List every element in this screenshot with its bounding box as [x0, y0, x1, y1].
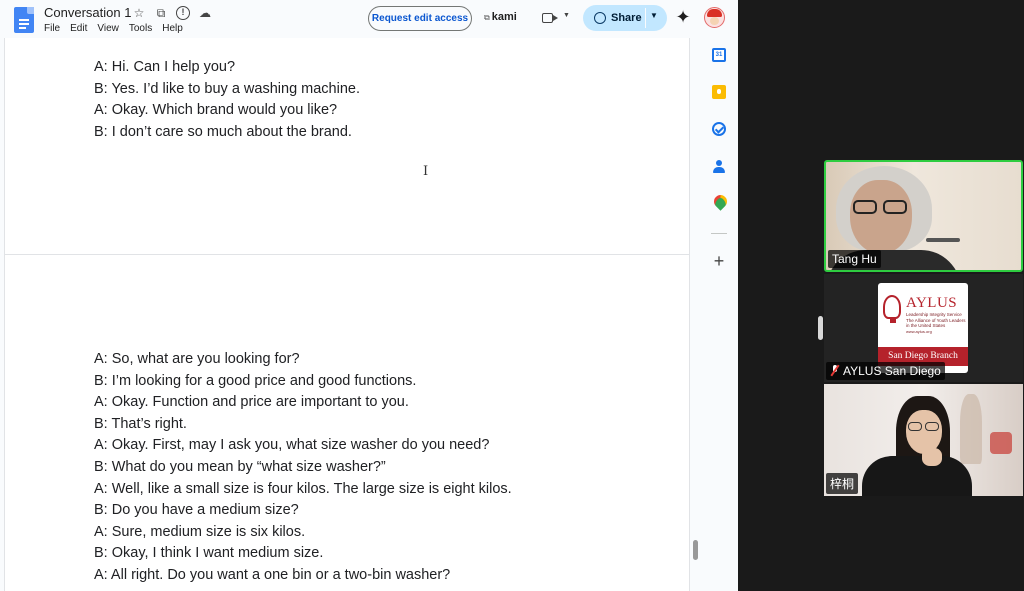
- gemini-sparkle-icon[interactable]: ✦: [674, 7, 692, 27]
- share-dropdown-icon[interactable]: ▼: [650, 11, 658, 20]
- dialog-line: A: So, what are you looking for?: [94, 351, 300, 367]
- video-tile-active-speaker[interactable]: Tang Hu: [824, 160, 1023, 272]
- video-camera-icon: [542, 13, 558, 23]
- menu-edit[interactable]: Edit: [70, 23, 87, 34]
- menu-view[interactable]: View: [97, 23, 119, 34]
- dialog-line: B: I don’t care so much about the brand.: [94, 123, 352, 140]
- tasks-icon[interactable]: [712, 122, 726, 136]
- glasses-left: [853, 200, 877, 214]
- maps-icon[interactable]: [712, 195, 726, 209]
- lightbulb-icon: [883, 295, 901, 323]
- participant-name: Tang Hu: [832, 252, 877, 266]
- meet-button[interactable]: ▼: [542, 11, 570, 25]
- chevron-down-icon: ▼: [563, 12, 570, 19]
- participant-name-tag: 梓桐: [826, 473, 859, 494]
- participant-name-tag: Tang Hu: [828, 250, 881, 268]
- dialog-line: B: What do you mean by “what size washer…: [94, 458, 386, 475]
- star-icon[interactable]: ☆: [132, 6, 146, 20]
- dialog-line: B: I’m looking for a good price and good…: [94, 372, 417, 389]
- background-figure: [960, 394, 982, 464]
- glasses-right: [925, 422, 939, 431]
- share-divider: [645, 8, 646, 28]
- google-docs-window: Conversation 1 File Edit View Tools Help…: [0, 0, 738, 591]
- participant-body: [862, 456, 972, 496]
- globe-icon: [594, 12, 606, 24]
- move-to-folder-icon[interactable]: ⧉: [154, 6, 168, 20]
- external-link-icon: ⧉: [484, 13, 490, 22]
- cloud-status-icon[interactable]: ☁: [198, 6, 212, 20]
- document-title[interactable]: Conversation 1: [44, 5, 131, 20]
- kami-label: kami: [491, 11, 517, 23]
- calendar-icon[interactable]: [712, 48, 726, 62]
- participant-name-tag: AYLUS San Diego: [826, 362, 945, 380]
- panel-resize-handle[interactable]: [818, 316, 823, 340]
- meeting-video-panel: Tang Hu AYLUS Leadership Integrity Servi…: [738, 0, 1024, 591]
- contacts-icon[interactable]: [712, 159, 726, 173]
- menu-tools[interactable]: Tools: [129, 23, 152, 34]
- share-label: Share: [611, 12, 642, 24]
- keep-icon[interactable]: [712, 85, 726, 99]
- dialog-line: B: That’s right.: [94, 415, 187, 432]
- logo-subtitle: Leadership Integrity Service The Allianc…: [906, 312, 966, 328]
- add-addon-icon[interactable]: +: [711, 251, 727, 271]
- mic-muted-icon: [830, 365, 840, 376]
- logo-url: www.aylus.org: [906, 329, 932, 334]
- ceiling-fan: [926, 238, 960, 242]
- video-tile-participant[interactable]: 梓桐: [824, 384, 1023, 496]
- kami-extension-button[interactable]: ⧉ kami: [484, 11, 517, 23]
- account-avatar[interactable]: [704, 7, 725, 28]
- dialog-line: A: Sure, medium size is six kilos.: [94, 523, 306, 540]
- docs-logo-icon[interactable]: [14, 7, 34, 33]
- side-panel: +: [700, 38, 738, 591]
- info-icon[interactable]: !: [176, 6, 190, 20]
- menu-file[interactable]: File: [44, 23, 60, 34]
- participant-face: [850, 180, 912, 254]
- dialog-line: A: Hi. Can I help you?: [94, 59, 236, 75]
- docs-top-bar: Conversation 1 File Edit View Tools Help…: [0, 0, 738, 38]
- dialog-line: A: Okay. Which brand would you like?: [94, 102, 338, 119]
- glasses-right: [883, 200, 907, 214]
- document-canvas[interactable]: A: Hi. Can I help you? B: Yes. I’d like …: [0, 38, 700, 591]
- dialog-line: A: All right. Do you want a one bin or a…: [94, 566, 451, 583]
- screen: Conversation 1 File Edit View Tools Help…: [0, 0, 1024, 591]
- dialog-line: B: Yes. I’d like to buy a washing machin…: [94, 80, 360, 97]
- glasses-left: [908, 422, 922, 431]
- video-tile-aylus[interactable]: AYLUS Leadership Integrity Service The A…: [824, 274, 1023, 382]
- menu-help[interactable]: Help: [162, 23, 183, 34]
- request-edit-access-button[interactable]: Request edit access: [368, 6, 472, 31]
- participant-name: AYLUS San Diego: [843, 364, 941, 378]
- dialog-line: A: Okay. Function and price are importan…: [94, 394, 409, 411]
- document-scrollbar[interactable]: [693, 540, 698, 560]
- participant-hand: [922, 448, 942, 466]
- dialog-line: A: Okay. First, may I ask you, what size…: [94, 437, 490, 454]
- side-panel-divider: [711, 233, 727, 234]
- logo-title: AYLUS: [906, 295, 958, 311]
- page2-text: A: So, what are you looking for? B: I’m …: [94, 349, 512, 587]
- dialog-line: B: Okay, I think I want medium size.: [94, 545, 324, 562]
- text-cursor-icon: I: [423, 164, 429, 179]
- aylus-logo: AYLUS Leadership Integrity Service The A…: [878, 283, 968, 373]
- background-object: [990, 432, 1012, 454]
- share-button[interactable]: Share ▼: [583, 5, 667, 31]
- dialog-line: A: Well, like a small size is four kilos…: [94, 480, 512, 497]
- document-page-2[interactable]: A: So, what are you looking for? B: I’m …: [4, 254, 690, 591]
- title-icons: ☆ ⧉ ! ☁: [132, 6, 212, 20]
- document-page-1[interactable]: A: Hi. Can I help you? B: Yes. I’d like …: [4, 38, 690, 285]
- docs-menu-bar: File Edit View Tools Help: [44, 23, 183, 34]
- participant-name: 梓桐: [830, 477, 855, 491]
- page1-text: A: Hi. Can I help you? B: Yes. I’d like …: [94, 57, 360, 143]
- dialog-line: B: Do you have a medium size?: [94, 502, 299, 519]
